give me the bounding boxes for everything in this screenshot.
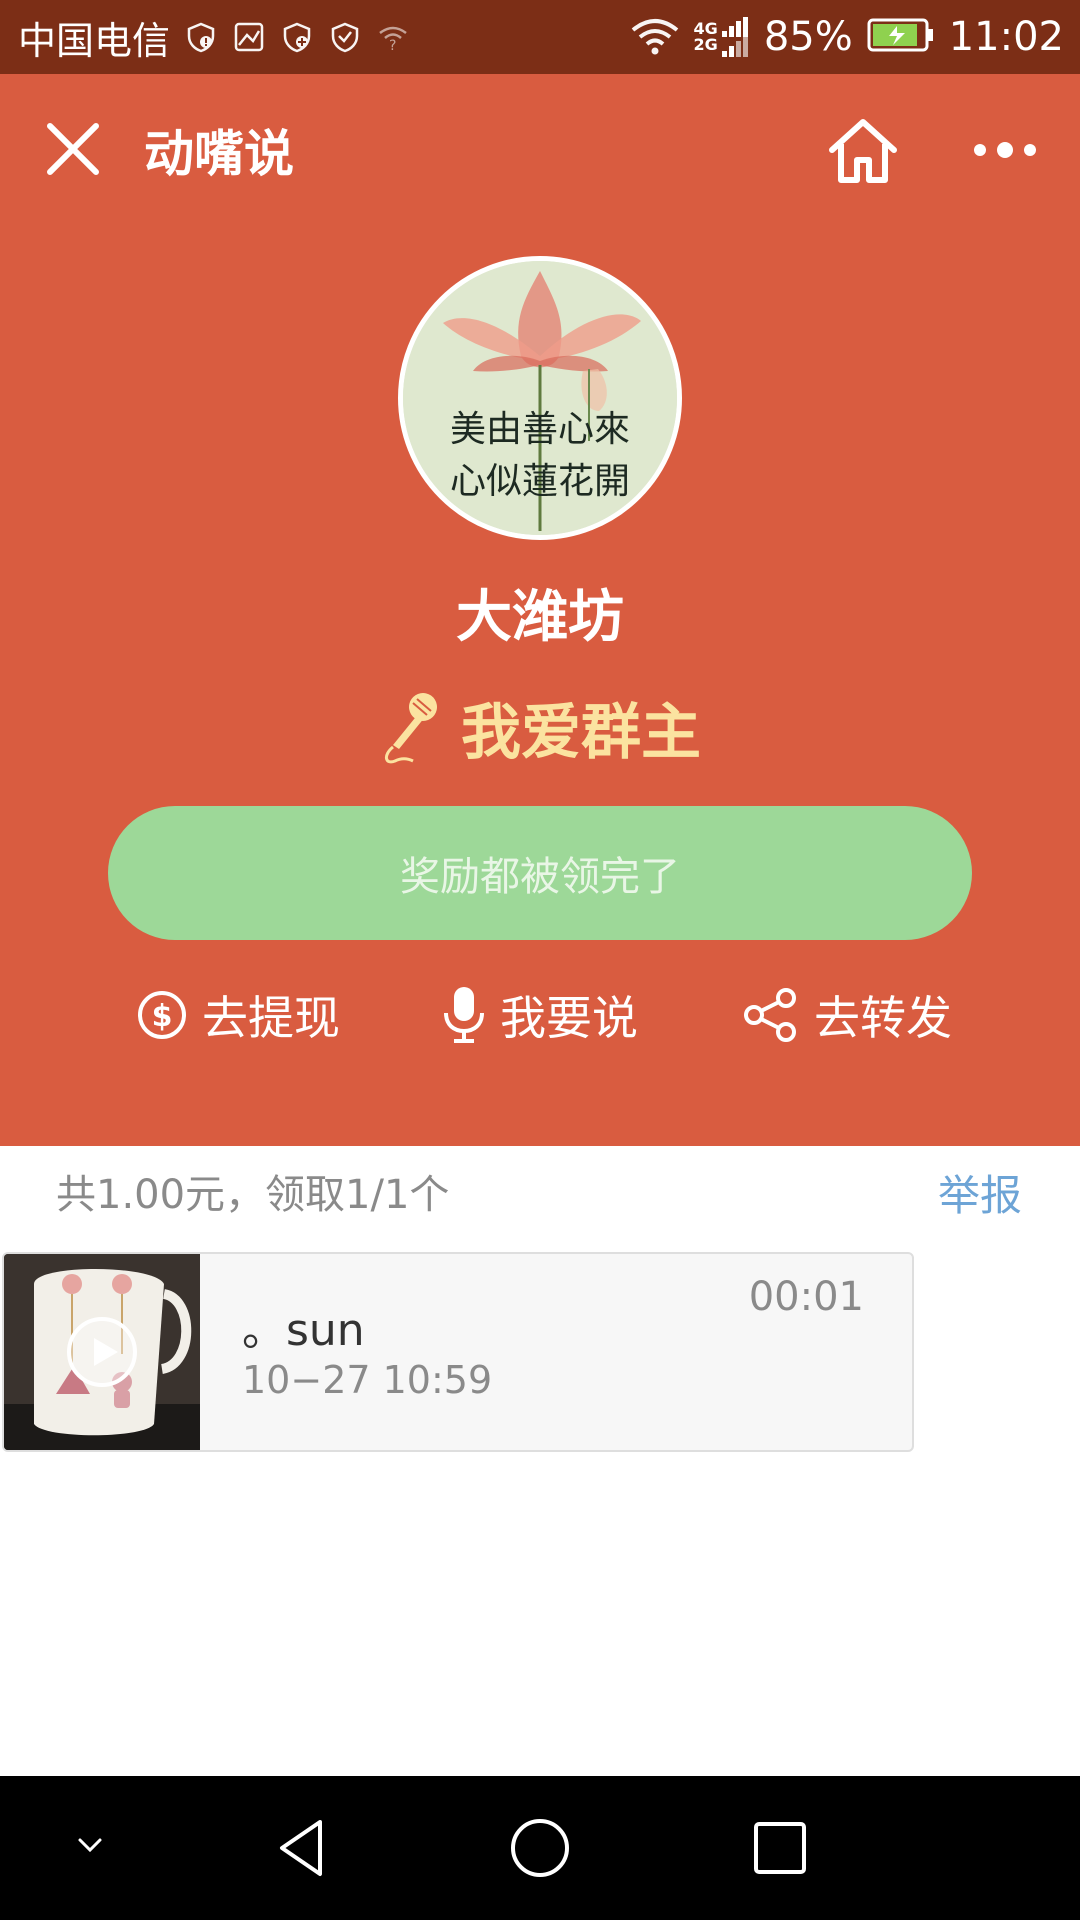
wifi-question-icon: ? xyxy=(376,20,410,54)
play-icon[interactable] xyxy=(64,1314,140,1390)
share-icon xyxy=(744,988,796,1042)
summary-row: 共1.00元，领取1/1个 举报 xyxy=(0,1146,1080,1234)
microphone-icon xyxy=(444,987,484,1043)
battery-percent: 85% xyxy=(763,14,853,60)
voice-user-name: 。sun xyxy=(242,1305,365,1356)
report-link[interactable]: 举报 xyxy=(938,1162,1022,1223)
microphone-icon xyxy=(385,692,437,763)
topic-text: 我爱群主 xyxy=(461,698,701,768)
voice-timestamp: 10−27 10:59 xyxy=(242,1358,493,1402)
svg-text:?: ? xyxy=(389,38,396,53)
battery-icon xyxy=(867,18,935,56)
status-right: 4G 2G 85% 11:02 xyxy=(630,14,1080,60)
clock: 11:02 xyxy=(948,14,1064,60)
network-2g-label: 2G xyxy=(693,35,718,54)
svg-text:$: $ xyxy=(152,999,173,1034)
shield-plus-icon xyxy=(280,20,314,54)
topic-row: 我爱群主 xyxy=(0,684,1080,771)
voice-duration: 00:01 xyxy=(748,1274,864,1320)
chevron-down-icon[interactable] xyxy=(70,1824,110,1864)
speak-label: 我要说 xyxy=(500,991,638,1045)
avatar-text-line2: 心似蓮花開 xyxy=(450,461,630,502)
summary-text: 共1.00元，领取1/1个 xyxy=(56,1172,450,1218)
network-indicator: 4G 2G xyxy=(694,17,750,57)
app-title: 动嘴说 xyxy=(144,125,294,183)
signal-icon xyxy=(721,17,748,57)
system-navigation-bar xyxy=(0,1776,1080,1920)
home-icon[interactable] xyxy=(826,114,900,188)
image-icon xyxy=(232,20,266,54)
status-left: 中国电信 ? xyxy=(0,10,410,65)
withdraw-button[interactable]: $ 去提现 xyxy=(136,982,340,1048)
carrier-label: 中国电信 xyxy=(18,18,171,63)
share-button[interactable]: 去转发 xyxy=(742,982,952,1048)
network-type-labels: 4G 2G xyxy=(694,21,718,53)
recent-apps-icon[interactable] xyxy=(748,1816,812,1880)
shield-alert-icon xyxy=(184,20,218,54)
avatar-text-line1: 美由善心來 xyxy=(450,409,630,450)
avatar-lotus-image: 美由善心來 心似蓮花開 xyxy=(403,261,677,535)
reward-button-label: 奖励都被领完了 xyxy=(400,854,680,900)
speak-button[interactable]: 我要说 xyxy=(442,982,638,1048)
share-label: 去转发 xyxy=(814,991,952,1045)
avatar[interactable]: 美由善心來 心似蓮花開 xyxy=(398,256,682,540)
voice-item[interactable]: 。sun 10−27 10:59 00:01 xyxy=(2,1252,914,1452)
shield-check-icon xyxy=(328,20,362,54)
more-icon[interactable] xyxy=(970,130,1040,170)
reward-button[interactable]: 奖励都被领完了 xyxy=(108,806,972,940)
hero-section: 动嘴说 美由善心來 心似蓮花開 大潍坊 我爱群主 奖励都被领完了 $ 去提现 我… xyxy=(0,74,1080,1146)
nav-bar: 动嘴说 xyxy=(0,74,1080,224)
wifi-icon xyxy=(630,19,680,55)
withdraw-label: 去提现 xyxy=(202,991,340,1045)
close-icon[interactable] xyxy=(42,118,104,180)
home-circle-icon[interactable] xyxy=(508,1816,572,1880)
status-bar: 中国电信 ? 4G 2G 85% 11:02 xyxy=(0,0,1080,74)
dollar-circle-icon: $ xyxy=(138,991,186,1039)
back-icon[interactable] xyxy=(272,1816,336,1880)
voice-thumbnail[interactable] xyxy=(4,1254,200,1450)
user-name: 大潍坊 xyxy=(456,585,624,650)
action-row: $ 去提现 我要说 去转发 xyxy=(0,982,1080,1062)
